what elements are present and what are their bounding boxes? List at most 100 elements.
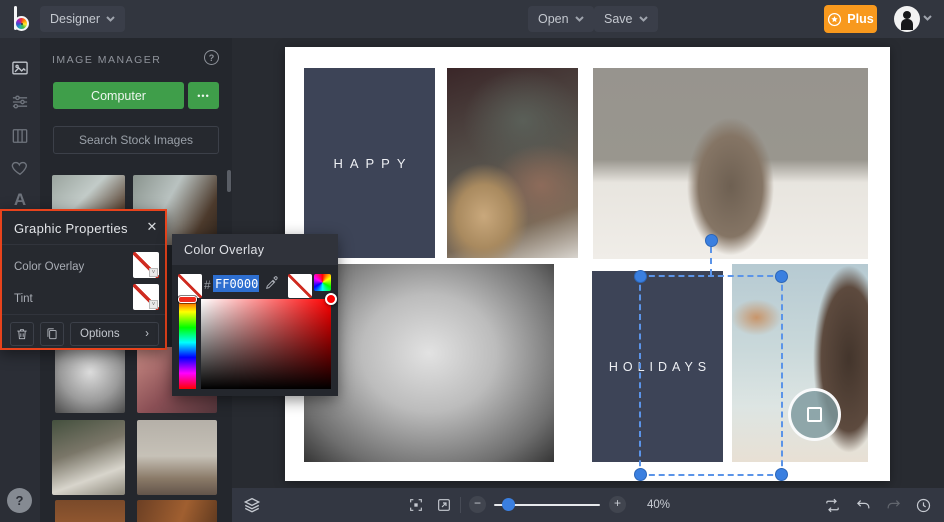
rainbow-palette-swatch[interactable] (314, 274, 331, 291)
zoom-slider-handle[interactable] (502, 498, 515, 511)
canvas-area[interactable]: HAPPY HOLIDAYS (232, 38, 944, 488)
duplicate-icon (47, 328, 57, 340)
resize-handle-bottom-right[interactable] (775, 468, 788, 481)
account-chevron-down-icon[interactable] (923, 15, 932, 21)
befunky-logo-icon[interactable] (11, 5, 35, 33)
swatch-dropdown-icon: ˅ (149, 268, 158, 277)
color-overlay-picker-popup: Color Overlay # FF0000 (172, 234, 338, 396)
history-button[interactable] (913, 495, 933, 515)
eyedropper-icon[interactable] (264, 275, 282, 293)
resize-handle-bottom-left[interactable] (634, 468, 647, 481)
resize-canvas-button[interactable] (434, 495, 454, 515)
picker-title: Color Overlay (172, 234, 338, 265)
undo-icon (856, 499, 869, 508)
panel-scrollbar[interactable] (227, 170, 231, 192)
tint-label: Tint (14, 293, 33, 305)
media-placeholder-button[interactable] (788, 388, 841, 441)
options-button[interactable]: Options › (70, 322, 159, 346)
happy-text-block[interactable]: HAPPY (304, 68, 435, 258)
hue-slider-handle[interactable] (178, 296, 197, 303)
layers-icon (243, 497, 261, 513)
bottom-toolbar: − + 40% (232, 488, 944, 522)
search-stock-images-button[interactable]: Search Stock Images (53, 126, 219, 154)
delete-button[interactable] (10, 322, 34, 346)
upload-more-button[interactable]: ••• (188, 82, 219, 109)
plus-label: Plus (847, 12, 874, 26)
graphic-properties-popup: Graphic Properties ✕ Color Overlay ˅ Tin… (0, 209, 167, 350)
star-badge-icon (828, 12, 842, 26)
chevron-down-icon (574, 16, 584, 22)
zoom-out-button[interactable]: − (469, 496, 486, 513)
save-button[interactable]: Save (594, 6, 658, 32)
layers-button[interactable] (242, 495, 262, 515)
heart-icon (11, 161, 27, 176)
open-button[interactable]: Open (528, 6, 594, 32)
swap-template-button[interactable] (822, 495, 842, 515)
plus-upgrade-button[interactable]: Plus (824, 5, 877, 33)
designer-app: Designer Open Save Plus A ? IMAGE MANAGE… (0, 0, 944, 522)
resize-icon (438, 499, 450, 511)
popup-title: Graphic Properties (14, 221, 128, 236)
save-label: Save (604, 12, 633, 26)
design-page[interactable]: HAPPY HOLIDAYS (285, 47, 890, 481)
tint-swatch[interactable]: ˅ (133, 284, 159, 310)
fit-to-screen-button[interactable] (406, 495, 426, 515)
panel-title: IMAGE MANAGER (52, 54, 162, 66)
account-avatar[interactable] (894, 6, 920, 32)
zoom-in-button[interactable]: + (609, 496, 626, 513)
rotation-handle[interactable] (704, 234, 718, 247)
placeholder-square-icon (807, 407, 822, 422)
top-bar: Designer Open Save Plus (0, 0, 944, 38)
sidebar-item-image-manager[interactable] (8, 56, 32, 80)
image-manager-icon (12, 61, 28, 75)
hue-slider[interactable] (178, 296, 197, 389)
adjust-sliders-icon (12, 95, 28, 109)
sidebar-item-layouts[interactable] (8, 124, 32, 148)
holidays-text-block[interactable]: HOLIDAYS (592, 271, 723, 462)
no-color-swatch[interactable] (178, 274, 202, 298)
resize-handle-top-right[interactable] (775, 270, 788, 283)
open-label: Open (538, 12, 569, 26)
app-menu-label: Designer (50, 12, 101, 26)
undo-button[interactable] (853, 495, 873, 515)
swatch-dropdown-icon: ˅ (149, 300, 158, 309)
color-overlay-label: Color Overlay (14, 261, 85, 273)
upload-computer-button[interactable]: Computer (53, 82, 184, 109)
image-thumbnail[interactable] (137, 420, 217, 495)
zoom-slider[interactable] (494, 498, 600, 511)
hex-prefix: # (204, 278, 211, 292)
sidebar-item-favorites[interactable] (8, 156, 32, 180)
app-menu-button[interactable]: Designer (40, 6, 126, 32)
image-thumbnail[interactable] (55, 500, 125, 522)
trash-icon (17, 329, 27, 340)
saturation-field[interactable] (201, 293, 337, 389)
color-overlay-swatch[interactable]: ˅ (133, 252, 159, 278)
panel-help-icon[interactable]: ? (204, 50, 219, 65)
redo-button[interactable] (883, 495, 903, 515)
zoom-level-value: 40% (647, 499, 671, 511)
close-icon[interactable]: ✕ (143, 218, 161, 236)
hex-color-input[interactable]: FF0000 (213, 275, 259, 292)
divider (460, 497, 461, 513)
fit-screen-icon (410, 499, 422, 511)
divider (2, 314, 165, 315)
image-thumbnail[interactable] (55, 347, 125, 413)
chevron-right-icon: › (145, 328, 149, 340)
sidebar-item-adjust[interactable] (8, 90, 32, 114)
resize-handle-top-left[interactable] (634, 270, 647, 283)
photo-couple[interactable] (447, 68, 578, 258)
redo-icon (887, 499, 900, 508)
photo-baby-bear-costume[interactable] (593, 68, 868, 259)
help-button[interactable]: ? (7, 488, 32, 513)
image-thumbnail[interactable] (52, 420, 125, 495)
history-clock-icon (916, 498, 930, 512)
image-thumbnail[interactable] (137, 500, 217, 522)
saturation-picker-handle[interactable] (325, 293, 337, 305)
swap-arrows-icon (825, 498, 839, 512)
photo-newborn-bw[interactable] (304, 264, 554, 462)
text-tool-icon: A (13, 190, 27, 209)
no-color-swatch[interactable] (288, 274, 312, 298)
chevron-down-icon (106, 16, 115, 22)
layout-columns-icon (12, 129, 28, 143)
duplicate-button[interactable] (40, 322, 64, 346)
